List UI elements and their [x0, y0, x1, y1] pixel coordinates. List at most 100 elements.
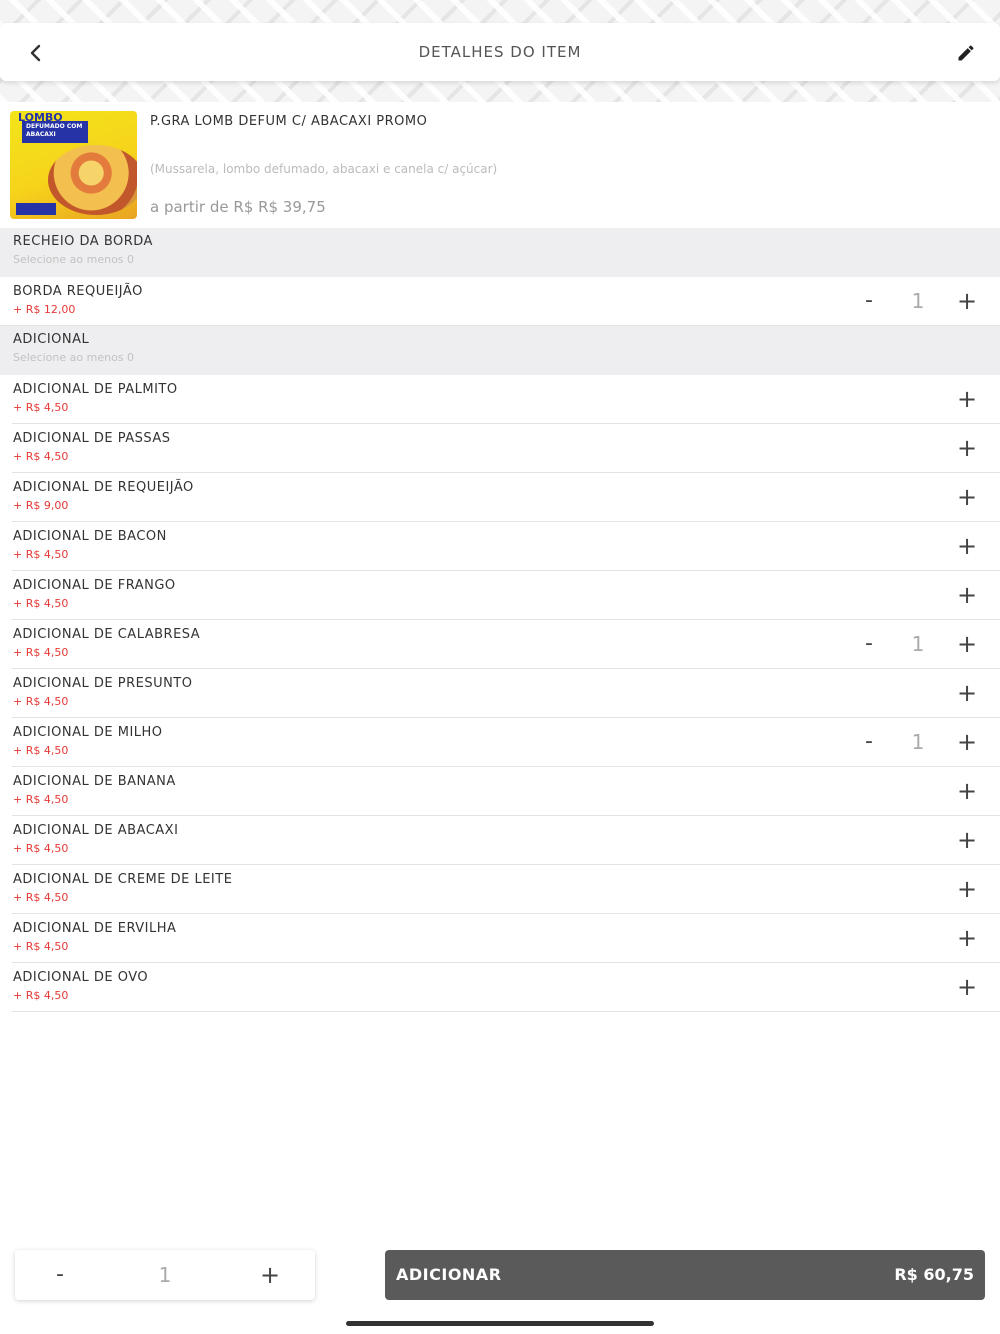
option-plus-button[interactable]: +: [952, 727, 982, 757]
option-item-price: + R$ 4,50: [13, 695, 69, 708]
option-stepper: +: [952, 825, 982, 855]
product-image-badge: [16, 203, 56, 215]
option-plus-button[interactable]: +: [952, 384, 982, 414]
option-item-name: BORDA REQUEIJÃO: [13, 284, 143, 299]
option-stepper: +: [952, 923, 982, 953]
quantity-value: 1: [158, 1263, 172, 1287]
option-minus-button[interactable]: -: [854, 286, 884, 316]
option-plus-button[interactable]: +: [952, 531, 982, 561]
option-qty: 1: [911, 730, 925, 754]
option-item-price: + R$ 4,50: [13, 597, 69, 610]
option-plus-button[interactable]: +: [952, 678, 982, 708]
option-item-name: ADICIONAL DE ABACAXI: [13, 823, 179, 838]
option-stepper: +: [952, 531, 982, 561]
option-item-price: + R$ 4,50: [13, 548, 69, 561]
option-item: ADICIONAL DE ERVILHA + R$ 4,50 +: [12, 914, 1000, 963]
option-item-price: + R$ 4,50: [13, 891, 69, 904]
pizza-illustration: [48, 145, 137, 215]
option-stepper: +: [952, 482, 982, 512]
product-image-banner: DEFUMADO COM ABACAXI: [22, 121, 88, 143]
option-item: BORDA REQUEIJÃO + R$ 12,00 - 1 +: [0, 277, 1000, 326]
option-stepper: - 1 +: [854, 286, 982, 316]
edit-button[interactable]: [948, 35, 984, 71]
option-minus-button[interactable]: -: [854, 727, 884, 757]
product-price: a partir de R$ R$ 39,75: [150, 198, 326, 216]
option-plus-button[interactable]: +: [952, 482, 982, 512]
option-item-name: ADICIONAL DE PASSAS: [13, 431, 171, 446]
option-group-header: ADICIONAL Selecione ao menos 0: [0, 326, 1000, 375]
option-item-price: + R$ 4,50: [13, 940, 69, 953]
option-plus-button[interactable]: +: [952, 580, 982, 610]
option-item: ADICIONAL DE MILHO + R$ 4,50 - 1 +: [12, 718, 1000, 767]
option-stepper: +: [952, 580, 982, 610]
option-stepper: +: [952, 776, 982, 806]
option-plus-button[interactable]: +: [952, 972, 982, 1002]
option-stepper: - 1 +: [854, 727, 982, 757]
option-stepper: +: [952, 433, 982, 463]
option-item: ADICIONAL DE PASSAS + R$ 4,50 +: [12, 424, 1000, 473]
app-header: DETALHES DO ITEM: [0, 23, 1000, 81]
quantity-stepper: - 1 +: [15, 1250, 315, 1300]
option-plus-button[interactable]: +: [952, 433, 982, 463]
option-item-name: ADICIONAL DE PRESUNTO: [13, 676, 193, 691]
option-item: ADICIONAL DE CREME DE LEITE + R$ 4,50 +: [12, 865, 1000, 914]
option-item: ADICIONAL DE REQUEIJÃO + R$ 9,00 +: [12, 473, 1000, 522]
pencil-icon: [958, 45, 974, 61]
add-button-label: ADICIONAR: [396, 1265, 502, 1284]
product-image: LOMBO DEFUMADO COM ABACAXI: [10, 111, 137, 219]
option-plus-button[interactable]: +: [952, 286, 982, 316]
option-item-price: + R$ 4,50: [13, 744, 69, 757]
quantity-plus-button[interactable]: +: [255, 1250, 285, 1300]
option-item-price: + R$ 12,00: [13, 303, 76, 316]
home-indicator: [346, 1321, 654, 1326]
option-plus-button[interactable]: +: [952, 776, 982, 806]
option-item-name: ADICIONAL DE BANANA: [13, 774, 176, 789]
product-summary: LOMBO DEFUMADO COM ABACAXI P.GRA LOMB DE…: [0, 102, 1000, 228]
option-stepper: +: [952, 972, 982, 1002]
page-title: DETALHES DO ITEM: [418, 43, 582, 61]
option-stepper: +: [952, 678, 982, 708]
add-to-cart-button[interactable]: ADICIONAR R$ 60,75: [385, 1250, 985, 1300]
option-item: ADICIONAL DE CALABRESA + R$ 4,50 - 1 +: [12, 620, 1000, 669]
option-plus-button[interactable]: +: [952, 629, 982, 659]
option-item-price: + R$ 4,50: [13, 793, 69, 806]
option-group-subtitle: Selecione ao menos 0: [13, 253, 135, 266]
option-item-name: ADICIONAL DE CREME DE LEITE: [13, 872, 233, 887]
option-qty: 1: [911, 632, 925, 656]
quantity-minus-button[interactable]: -: [45, 1250, 75, 1300]
option-item-price: + R$ 9,00: [13, 499, 69, 512]
option-stepper: +: [952, 874, 982, 904]
product-description: (Mussarela, lombo defumado, abacaxi e ca…: [150, 162, 498, 176]
option-item: ADICIONAL DE BANANA + R$ 4,50 +: [12, 767, 1000, 816]
option-item-price: + R$ 4,50: [13, 989, 69, 1002]
option-item-name: ADICIONAL DE BACON: [13, 529, 167, 544]
option-minus-button[interactable]: -: [854, 629, 884, 659]
option-item-price: + R$ 4,50: [13, 401, 69, 414]
options-list: RECHEIO DA BORDA Selecione ao menos 0 BORD…: [0, 228, 1000, 1012]
option-item-name: ADICIONAL DE FRANGO: [13, 578, 176, 593]
option-plus-button[interactable]: +: [952, 874, 982, 904]
option-group-title: RECHEIO DA BORDA: [13, 234, 153, 249]
option-stepper: - 1 +: [854, 629, 982, 659]
option-item-price: + R$ 4,50: [13, 842, 69, 855]
option-item-name: ADICIONAL DE MILHO: [13, 725, 163, 740]
option-qty: 1: [911, 289, 925, 313]
add-button-total: R$ 60,75: [894, 1265, 974, 1284]
option-group-header: RECHEIO DA BORDA Selecione ao menos 0: [0, 228, 1000, 277]
option-item-name: ADICIONAL DE ERVILHA: [13, 921, 177, 936]
option-item-name: ADICIONAL DE REQUEIJÃO: [13, 480, 194, 495]
option-item: ADICIONAL DE BACON + R$ 4,50 +: [12, 522, 1000, 571]
option-group-subtitle: Selecione ao menos 0: [13, 351, 135, 364]
option-plus-button[interactable]: +: [952, 923, 982, 953]
option-item: ADICIONAL DE OVO + R$ 4,50 +: [12, 963, 1000, 1012]
option-item-price: + R$ 4,50: [13, 450, 69, 463]
option-plus-button[interactable]: +: [952, 825, 982, 855]
option-item-name: ADICIONAL DE CALABRESA: [13, 627, 201, 642]
option-item: ADICIONAL DE FRANGO + R$ 4,50 +: [12, 571, 1000, 620]
option-stepper: +: [952, 384, 982, 414]
option-item: ADICIONAL DE PALMITO + R$ 4,50 +: [12, 375, 1000, 424]
option-group-title: ADICIONAL: [13, 332, 90, 347]
option-item: ADICIONAL DE ABACAXI + R$ 4,50 +: [12, 816, 1000, 865]
product-name: P.GRA LOMB DEFUM C/ ABACAXI PROMO: [150, 114, 428, 129]
option-item-name: ADICIONAL DE OVO: [13, 970, 149, 985]
